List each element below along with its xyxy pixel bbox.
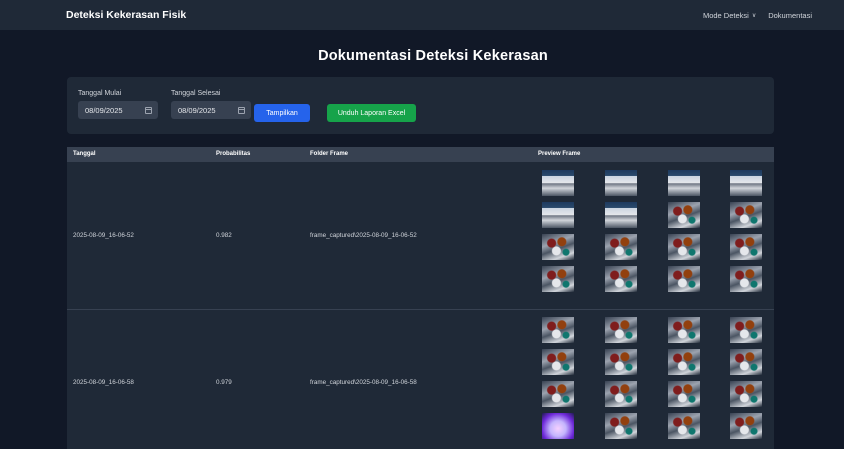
header-folder-frame: Folder Frame: [310, 151, 349, 157]
table-row: 2025-08-09_16-06-58 0.979 frame_captured…: [67, 310, 774, 449]
preview-frame-thumbnail[interactable]: [730, 381, 762, 407]
end-date-value: 08/09/2025: [178, 105, 216, 115]
cell-folder-frame: frame_captured\2025-08-09_16-06-52: [310, 232, 417, 239]
cell-folder-frame: frame_captured\2025-08-09_16-06-58: [310, 379, 417, 386]
preview-frame-thumbnail[interactable]: [542, 381, 574, 407]
header-preview-frame: Preview Frame: [538, 151, 581, 157]
header-tanggal: Tanggal: [73, 151, 96, 157]
nav-mode-deteksi-label: Mode Deteksi: [702, 11, 749, 20]
preview-frame-thumbnail[interactable]: [668, 381, 700, 407]
preview-frame-thumbnail[interactable]: [668, 266, 700, 292]
table-row: 2025-08-09_16-06-52 0.982 frame_captured…: [67, 162, 774, 310]
page-title: Dokumentasi Deteksi Kekerasan: [318, 48, 548, 64]
end-date-label: Tanggal Selesai: [171, 90, 221, 97]
start-date-label: Tanggal Mulai: [78, 90, 122, 97]
cell-probabilitas: 0.982: [216, 232, 232, 239]
preview-frame-thumbnail[interactable]: [605, 349, 637, 375]
preview-frame-thumbnail[interactable]: [605, 202, 637, 228]
preview-frame-thumbnail[interactable]: [605, 381, 637, 407]
calendar-icon[interactable]: [238, 106, 245, 114]
documentation-table: Tanggal Probabilitas Folder Frame Previe…: [67, 147, 774, 449]
header-probabilitas: Probabilitas: [216, 151, 251, 157]
preview-frame-thumbnail[interactable]: [668, 317, 700, 343]
calendar-icon[interactable]: [145, 106, 152, 114]
preview-frame-thumbnail[interactable]: [542, 317, 574, 343]
preview-frame-thumbnail[interactable]: [730, 317, 762, 343]
filter-card: Tanggal Mulai 08/09/2025 Tanggal Selesai…: [67, 77, 774, 134]
preview-frame-thumbnail[interactable]: [605, 317, 637, 343]
preview-frame-thumbnail[interactable]: [668, 349, 700, 375]
nav-mode-deteksi[interactable]: Mode Deteksi ∨: [703, 11, 756, 20]
preview-frame-thumbnail[interactable]: [730, 170, 762, 196]
table-header: Tanggal Probabilitas Folder Frame Previe…: [67, 147, 774, 162]
cell-probabilitas: 0.979: [216, 379, 232, 386]
preview-frame-thumbnail[interactable]: [542, 202, 574, 228]
end-date-field: Tanggal Selesai 08/09/2025: [171, 90, 251, 119]
preview-frame-thumbnail[interactable]: [730, 234, 762, 260]
preview-frame-thumbnail[interactable]: [668, 202, 700, 228]
chevron-down-icon: ∨: [751, 13, 757, 19]
preview-frame-thumbnail[interactable]: [542, 266, 574, 292]
nav-dokumentasi[interactable]: Dokumentasi: [768, 11, 812, 20]
preview-frame-thumbnail[interactable]: [605, 170, 637, 196]
preview-frame-thumbnail[interactable]: [668, 413, 700, 439]
cell-tanggal: 2025-08-09_16-06-58: [73, 379, 134, 386]
preview-frame-thumbnail[interactable]: [605, 266, 637, 292]
start-date-value: 08/09/2025: [85, 105, 123, 115]
brand-title[interactable]: Deteksi Kekerasan Fisik: [66, 9, 186, 21]
export-excel-button[interactable]: Unduh Laporan Excel: [327, 104, 416, 122]
preview-frame-thumbnail[interactable]: [668, 170, 700, 196]
navbar: Deteksi Kekerasan Fisik Mode Deteksi ∨ D…: [0, 0, 844, 30]
preview-frame-thumbnail[interactable]: [542, 234, 574, 260]
preview-frame-thumbnail[interactable]: [730, 349, 762, 375]
end-date-input[interactable]: 08/09/2025: [171, 101, 251, 119]
preview-frame-thumbnail[interactable]: [605, 413, 637, 439]
cell-tanggal: 2025-08-09_16-06-52: [73, 232, 134, 239]
preview-frame-thumbnail[interactable]: [542, 170, 574, 196]
preview-frame-thumbnail[interactable]: [542, 349, 574, 375]
start-date-input[interactable]: 08/09/2025: [78, 101, 158, 119]
start-date-field: Tanggal Mulai 08/09/2025: [78, 90, 158, 119]
preview-frame-thumbnail[interactable]: [542, 413, 574, 439]
preview-frame-thumbnail[interactable]: [668, 234, 700, 260]
show-button[interactable]: Tampilkan: [254, 104, 310, 122]
preview-frame-thumbnail[interactable]: [730, 266, 762, 292]
nav-dokumentasi-label: Dokumentasi: [768, 11, 812, 20]
nav-menu: Mode Deteksi ∨ Dokumentasi: [703, 11, 812, 20]
preview-frame-thumbnail[interactable]: [605, 234, 637, 260]
preview-frame-thumbnail[interactable]: [730, 202, 762, 228]
preview-frame-thumbnail[interactable]: [730, 413, 762, 439]
